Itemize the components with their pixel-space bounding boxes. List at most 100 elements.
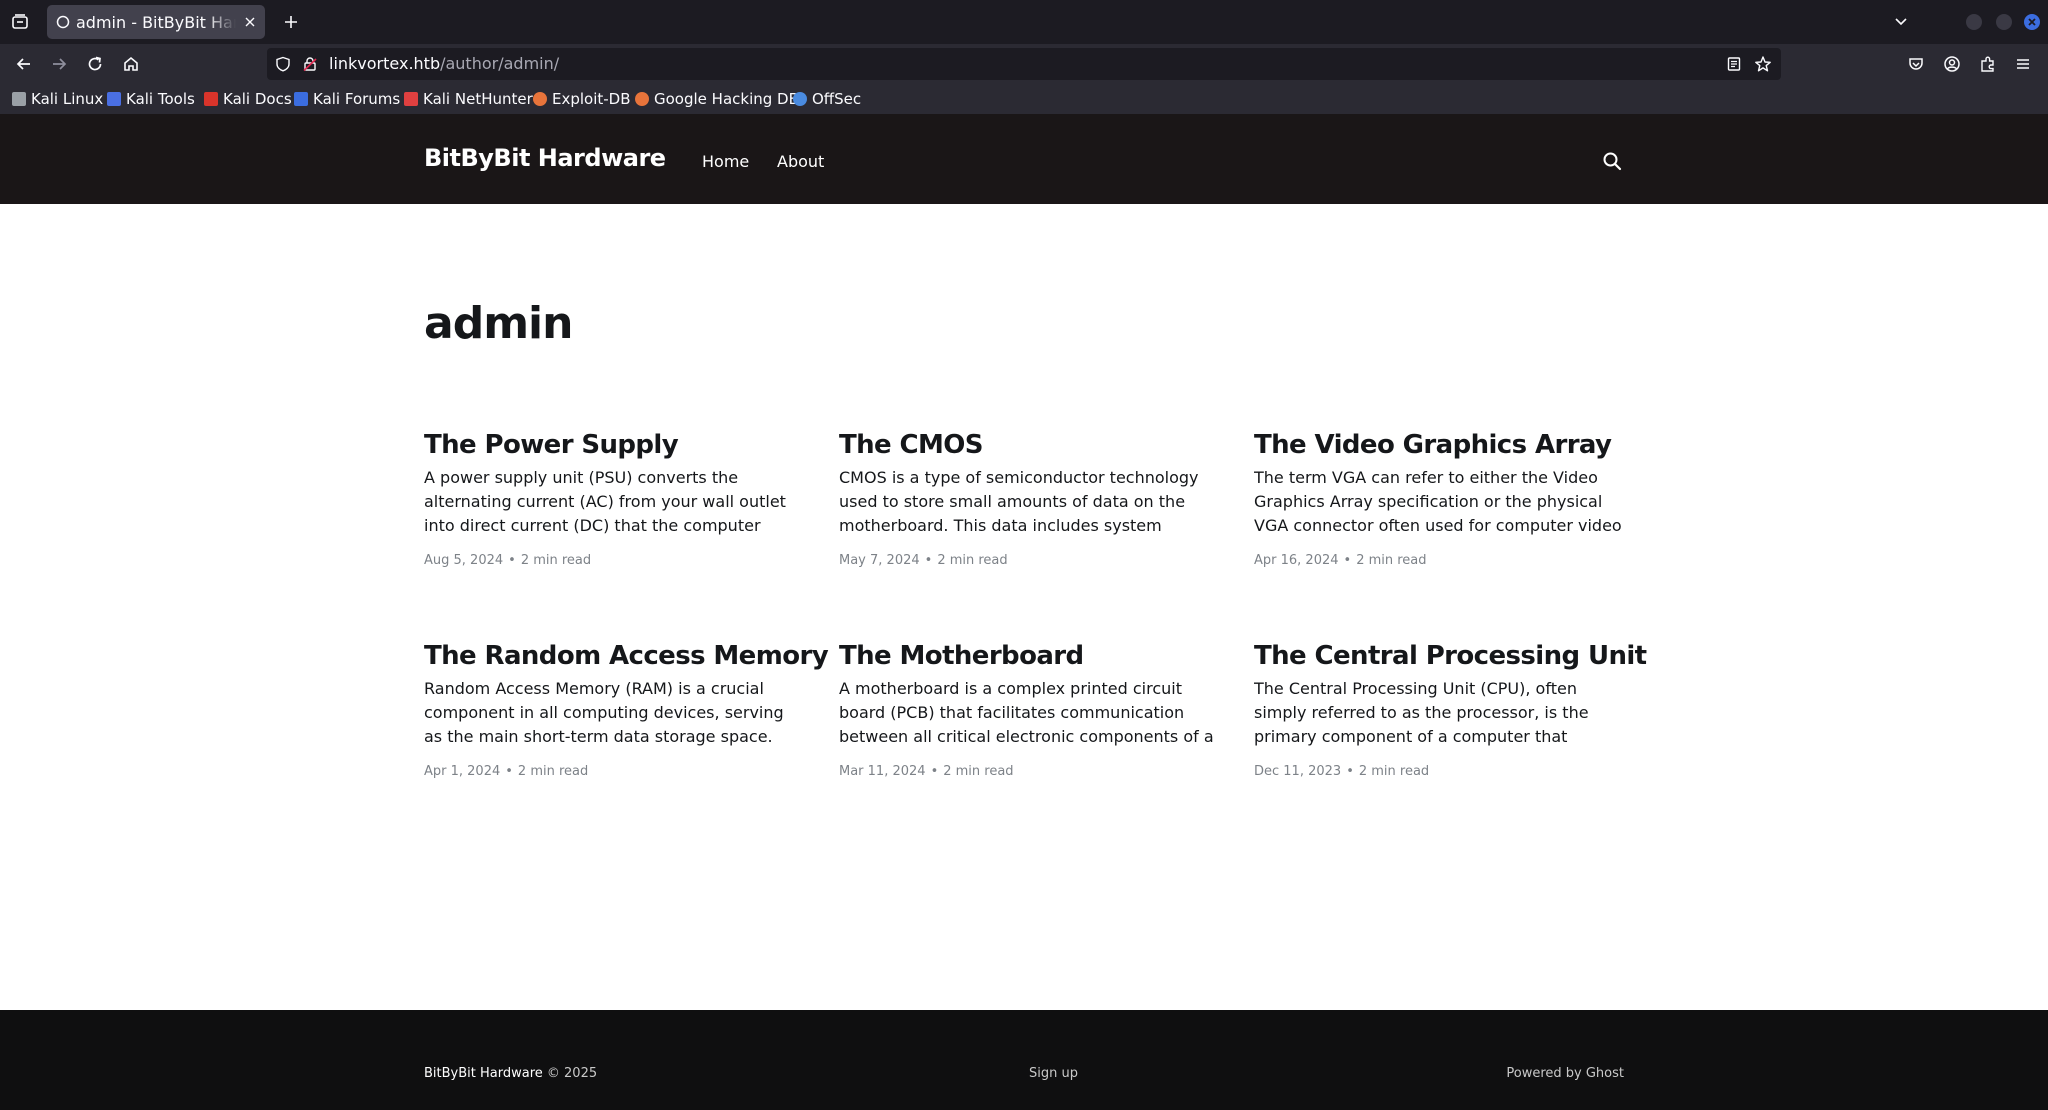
tab-list-icon[interactable] bbox=[9, 11, 31, 33]
author-name-heading: admin bbox=[424, 298, 573, 349]
bookmark-label: Kali Docs bbox=[223, 90, 292, 108]
window-close-button[interactable] bbox=[2024, 14, 2040, 30]
powered-by-ghost-link[interactable]: Powered by Ghost bbox=[1506, 1066, 1624, 1081]
tracking-protection-shield-icon[interactable] bbox=[275, 56, 291, 72]
extensions-puzzle-icon[interactable] bbox=[1976, 52, 2000, 76]
bookmarks-toolbar: Kali Linux Kali Tools Kali Docs Kali For… bbox=[0, 84, 2048, 114]
bookmark-label: Kali Tools bbox=[126, 90, 195, 108]
hamburger-menu-icon[interactable] bbox=[2011, 52, 2035, 76]
insecure-lock-icon[interactable] bbox=[302, 56, 318, 72]
kali-dragon-icon bbox=[12, 92, 26, 106]
bookmark-google-hacking-db[interactable]: Google Hacking DB bbox=[635, 89, 799, 109]
bookmark-kali-docs[interactable]: Kali Docs bbox=[204, 89, 292, 109]
post-meta: Aug 5, 2024 • 2 min read bbox=[424, 553, 800, 568]
post-meta: Dec 11, 2023 • 2 min read bbox=[1254, 764, 1630, 779]
post-excerpt: The Central Processing Unit (CPU), often… bbox=[1254, 679, 1589, 746]
search-icon[interactable] bbox=[1600, 149, 1624, 173]
meta-separator: • bbox=[1346, 764, 1354, 779]
tab-title: admin - BitByBit Hardware bbox=[76, 13, 236, 32]
post-card[interactable]: The Video Graphics Array The term VGA ca… bbox=[1254, 428, 1630, 568]
post-title[interactable]: The Power Supply bbox=[424, 428, 800, 462]
post-excerpt: A power supply unit (PSU) converts the a… bbox=[424, 468, 786, 535]
site-logo-link[interactable]: BitByBit Hardware bbox=[424, 144, 666, 172]
post-date: Apr 1, 2024 bbox=[424, 764, 501, 779]
window-maximize-button[interactable] bbox=[1996, 14, 2012, 30]
chevron-down-icon[interactable] bbox=[1890, 10, 1912, 32]
bookmark-kali-linux[interactable]: Kali Linux bbox=[12, 89, 103, 109]
bookmark-kali-nethunter[interactable]: Kali NetHunter bbox=[404, 89, 533, 109]
post-date: Apr 16, 2024 bbox=[1254, 553, 1339, 568]
site-footer: BitByBit Hardware © 2025 Sign up Powered… bbox=[0, 1010, 2048, 1110]
bookmark-label: Google Hacking DB bbox=[654, 90, 799, 108]
post-title[interactable]: The Random Access Memory bbox=[424, 639, 829, 673]
bookmark-label: OffSec bbox=[812, 90, 862, 108]
post-card[interactable]: The Central Processing Unit The Central … bbox=[1254, 639, 1647, 779]
url-host: linkvortex.htb bbox=[329, 54, 441, 73]
post-reading-time: 2 min read bbox=[1358, 764, 1430, 779]
bookmark-kali-tools[interactable]: Kali Tools bbox=[107, 89, 195, 109]
post-excerpt: The term VGA can refer to either the Vid… bbox=[1254, 468, 1622, 535]
post-reading-time: 2 min read bbox=[937, 553, 1008, 568]
tab-close-icon[interactable] bbox=[241, 13, 259, 31]
post-excerpt: Random Access Memory (RAM) is a crucial … bbox=[424, 679, 784, 746]
post-title[interactable]: The Central Processing Unit bbox=[1254, 639, 1647, 673]
url-bar[interactable]: linkvortex.htb/author/admin/ bbox=[267, 48, 1781, 80]
post-card[interactable]: The Motherboard A motherboard is a compl… bbox=[839, 639, 1215, 779]
meta-separator: • bbox=[924, 553, 933, 568]
post-date: May 7, 2024 bbox=[839, 553, 920, 568]
nethunter-icon bbox=[404, 92, 418, 106]
url-text[interactable]: linkvortex.htb/author/admin/ bbox=[329, 54, 559, 73]
bookmark-kali-forums[interactable]: Kali Forums bbox=[294, 89, 400, 109]
browser-tab-active[interactable]: admin - BitByBit Hardware bbox=[47, 5, 265, 39]
post-title[interactable]: The CMOS bbox=[839, 428, 1215, 462]
signup-link[interactable]: Sign up bbox=[1029, 1066, 1078, 1081]
post-card[interactable]: The Power Supply A power supply unit (PS… bbox=[424, 428, 800, 568]
bookmark-star-icon[interactable] bbox=[1753, 54, 1773, 74]
post-title[interactable]: The Motherboard bbox=[839, 639, 1215, 673]
post-card[interactable]: The CMOS CMOS is a type of semiconductor… bbox=[839, 428, 1215, 568]
bookmark-label: Exploit-DB bbox=[552, 90, 631, 108]
footer-brand-link[interactable]: BitByBit Hardware bbox=[424, 1066, 543, 1081]
post-date: Mar 11, 2024 bbox=[839, 764, 926, 779]
browser-tab-bar: admin - BitByBit Hardware bbox=[0, 0, 2048, 44]
bookmark-exploit-db[interactable]: Exploit-DB bbox=[533, 89, 631, 109]
forward-arrow-icon[interactable] bbox=[47, 52, 71, 76]
post-meta: May 7, 2024 • 2 min read bbox=[839, 553, 1215, 568]
pocket-icon[interactable] bbox=[1904, 52, 1928, 76]
home-icon[interactable] bbox=[119, 52, 143, 76]
post-reading-time: 2 min read bbox=[520, 553, 592, 568]
bookmark-offsec[interactable]: OffSec bbox=[793, 89, 861, 109]
post-meta: Mar 11, 2024 • 2 min read bbox=[839, 764, 1215, 779]
bookmark-label: Kali Linux bbox=[31, 90, 104, 108]
site-header: BitByBit Hardware Home About bbox=[0, 114, 2048, 204]
post-date: Aug 5, 2024 bbox=[424, 553, 504, 568]
kali-docs-icon bbox=[204, 92, 218, 106]
kali-tools-icon bbox=[107, 92, 121, 106]
ghdb-icon bbox=[635, 92, 649, 106]
account-icon[interactable] bbox=[1940, 52, 1964, 76]
window-minimize-button[interactable] bbox=[1966, 14, 1982, 30]
exploitdb-icon bbox=[533, 92, 547, 106]
post-date: Dec 11, 2023 bbox=[1254, 764, 1342, 779]
post-meta: Apr 1, 2024 • 2 min read bbox=[424, 764, 800, 779]
post-reading-time: 2 min read bbox=[517, 764, 589, 779]
page-favicon-icon bbox=[56, 15, 70, 29]
post-title[interactable]: The Video Graphics Array bbox=[1254, 428, 1630, 462]
nav-link-home[interactable]: Home bbox=[702, 152, 749, 171]
reader-view-icon[interactable] bbox=[1725, 55, 1743, 73]
post-excerpt: A motherboard is a complex printed circu… bbox=[839, 679, 1214, 746]
post-card[interactable]: The Random Access Memory Random Access M… bbox=[424, 639, 829, 779]
post-meta: Apr 16, 2024 • 2 min read bbox=[1254, 553, 1630, 568]
browser-nav-bar: linkvortex.htb/author/admin/ bbox=[0, 44, 2048, 84]
meta-separator: • bbox=[505, 764, 513, 779]
nav-link-about[interactable]: About bbox=[777, 152, 824, 171]
back-arrow-icon[interactable] bbox=[12, 52, 36, 76]
copyright-text: © 2025 bbox=[546, 1066, 598, 1081]
bookmark-label: Kali Forums bbox=[313, 90, 401, 108]
post-excerpt: CMOS is a type of semiconductor technolo… bbox=[839, 468, 1199, 535]
meta-separator: • bbox=[1343, 553, 1352, 568]
bookmark-label: Kali NetHunter bbox=[423, 90, 533, 108]
reload-icon[interactable] bbox=[83, 52, 107, 76]
kali-forums-icon bbox=[294, 92, 308, 106]
new-tab-icon[interactable] bbox=[279, 10, 303, 34]
